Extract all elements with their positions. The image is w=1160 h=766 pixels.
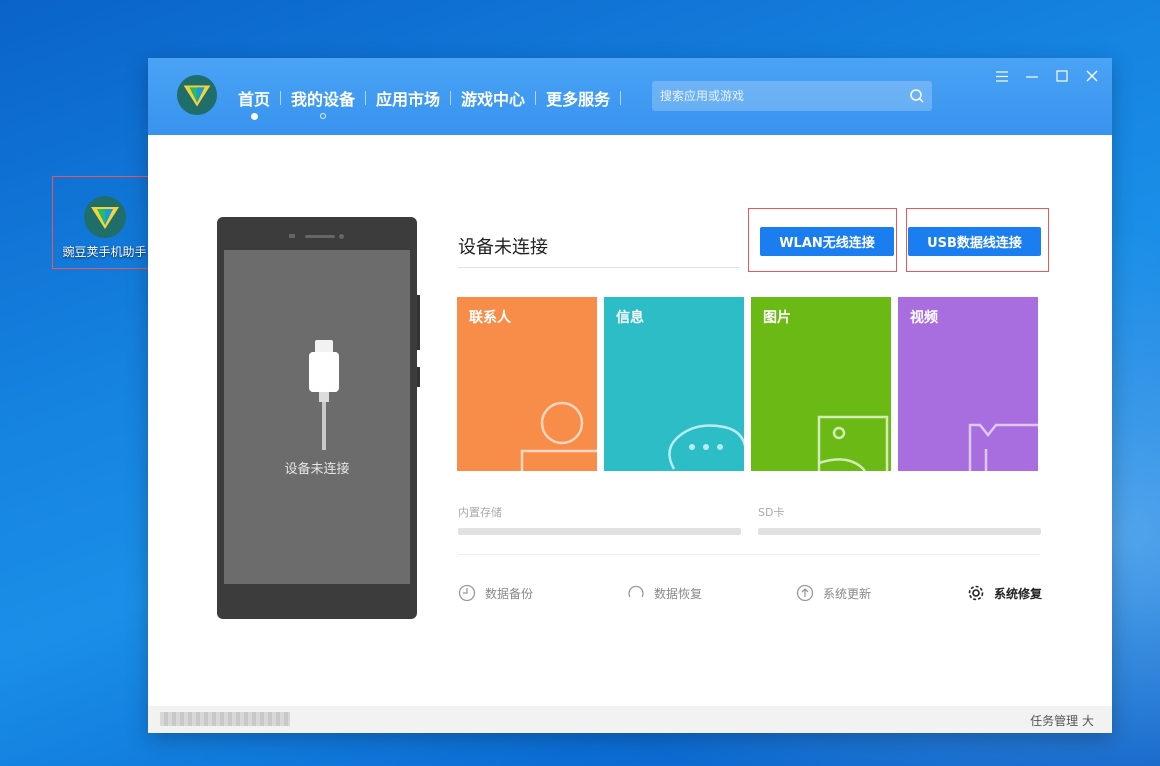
window-controls — [992, 66, 1102, 86]
maximize-icon[interactable] — [1052, 66, 1072, 86]
phone-side-button — [417, 367, 420, 387]
internal-storage-bar — [458, 528, 741, 535]
status-bar: 任务管理 大 — [148, 706, 1112, 733]
main-nav: 首页 我的设备 应用市场 游戏中心 更多服务 — [228, 86, 622, 120]
search-input[interactable] — [652, 89, 902, 103]
tile-label: 联系人 — [469, 310, 511, 326]
nav-item-home[interactable]: 首页 — [228, 86, 280, 120]
chat-icon — [668, 424, 744, 470]
desktop-shortcut[interactable]: 豌豆荚手机助手 — [52, 176, 157, 269]
action-label: 数据恢复 — [654, 586, 703, 601]
nav-item-my-device[interactable]: 我的设备 — [281, 86, 365, 119]
active-indicator — [251, 113, 258, 120]
divider — [458, 267, 740, 268]
action-label: 数据备份 — [485, 586, 534, 601]
tile-videos[interactable]: 视频 — [898, 297, 1038, 471]
phone-sensor — [289, 234, 295, 238]
action-label: 系统更新 — [823, 586, 872, 601]
nav-item-more-services[interactable]: 更多服务 — [536, 86, 620, 110]
search-box — [652, 81, 932, 111]
minimize-icon[interactable] — [1022, 66, 1042, 86]
image-icon — [817, 415, 889, 471]
tile-label: 信息 — [616, 310, 644, 326]
nav-item-label: 首页 — [238, 90, 271, 109]
tile-photos[interactable]: 图片 — [751, 297, 891, 471]
desktop-shortcut-label: 豌豆荚手机助手 — [62, 245, 147, 259]
sd-card-label: SD卡 — [758, 506, 785, 519]
phone-illustration: 设备未连接 — [217, 217, 420, 619]
update-icon — [796, 584, 814, 602]
gear-icon — [968, 585, 984, 601]
tile-label: 图片 — [763, 310, 791, 326]
system-repair-button[interactable]: 系统修复 — [967, 584, 1042, 602]
phone-speaker — [305, 235, 335, 238]
restore-icon — [628, 585, 644, 598]
restore-button[interactable]: 数据恢复 — [627, 584, 702, 602]
search-icon[interactable] — [902, 81, 932, 111]
sd-card-bar — [758, 528, 1041, 535]
nav-item-game-center[interactable]: 游戏中心 — [451, 86, 535, 110]
phone-side-button — [417, 295, 420, 350]
backup-icon — [458, 584, 476, 602]
backup-button[interactable]: 数据备份 — [458, 584, 533, 602]
usb-connect-button[interactable]: USB数据线连接 — [908, 227, 1041, 256]
app-window: 首页 我的设备 应用市场 游戏中心 更多服务 搜索应用或游戏 设备未连接 设备未… — [148, 58, 1112, 733]
update-button[interactable]: 系统更新 — [796, 584, 871, 602]
tile-contacts[interactable]: 联系人 — [457, 297, 597, 471]
task-manager-link[interactable]: 任务管理 大 — [1030, 712, 1094, 729]
divider — [458, 554, 1040, 555]
nav-item-app-market[interactable]: 应用市场 — [366, 86, 450, 110]
app-logo-icon — [176, 74, 218, 116]
wlan-connect-button[interactable]: WLAN无线连接 — [760, 227, 894, 256]
phone-screen: 设备未连接 — [224, 250, 410, 584]
phone-camera — [339, 234, 344, 239]
close-icon[interactable] — [1082, 66, 1102, 86]
nav-separator — [620, 91, 622, 105]
nav-item-label: 我的设备 — [291, 90, 356, 109]
action-label: 系统修复 — [994, 586, 1043, 601]
status-bar-left-text — [160, 712, 290, 726]
tile-messages[interactable]: 信息 — [604, 297, 744, 471]
menu-icon[interactable] — [992, 66, 1012, 86]
internal-storage-label: 内置存储 — [458, 506, 502, 519]
tile-label: 视频 — [910, 310, 938, 326]
notification-dot — [320, 113, 327, 119]
phone-status-text: 设备未连接 — [284, 462, 350, 477]
avatar-icon — [520, 401, 597, 471]
connection-status-title: 设备未连接 — [458, 237, 548, 258]
video-icon — [968, 423, 1038, 471]
usb-cable-icon — [309, 340, 339, 450]
title-bar: 首页 我的设备 应用市场 游戏中心 更多服务 — [148, 58, 1112, 135]
app-logo-icon — [83, 196, 126, 238]
